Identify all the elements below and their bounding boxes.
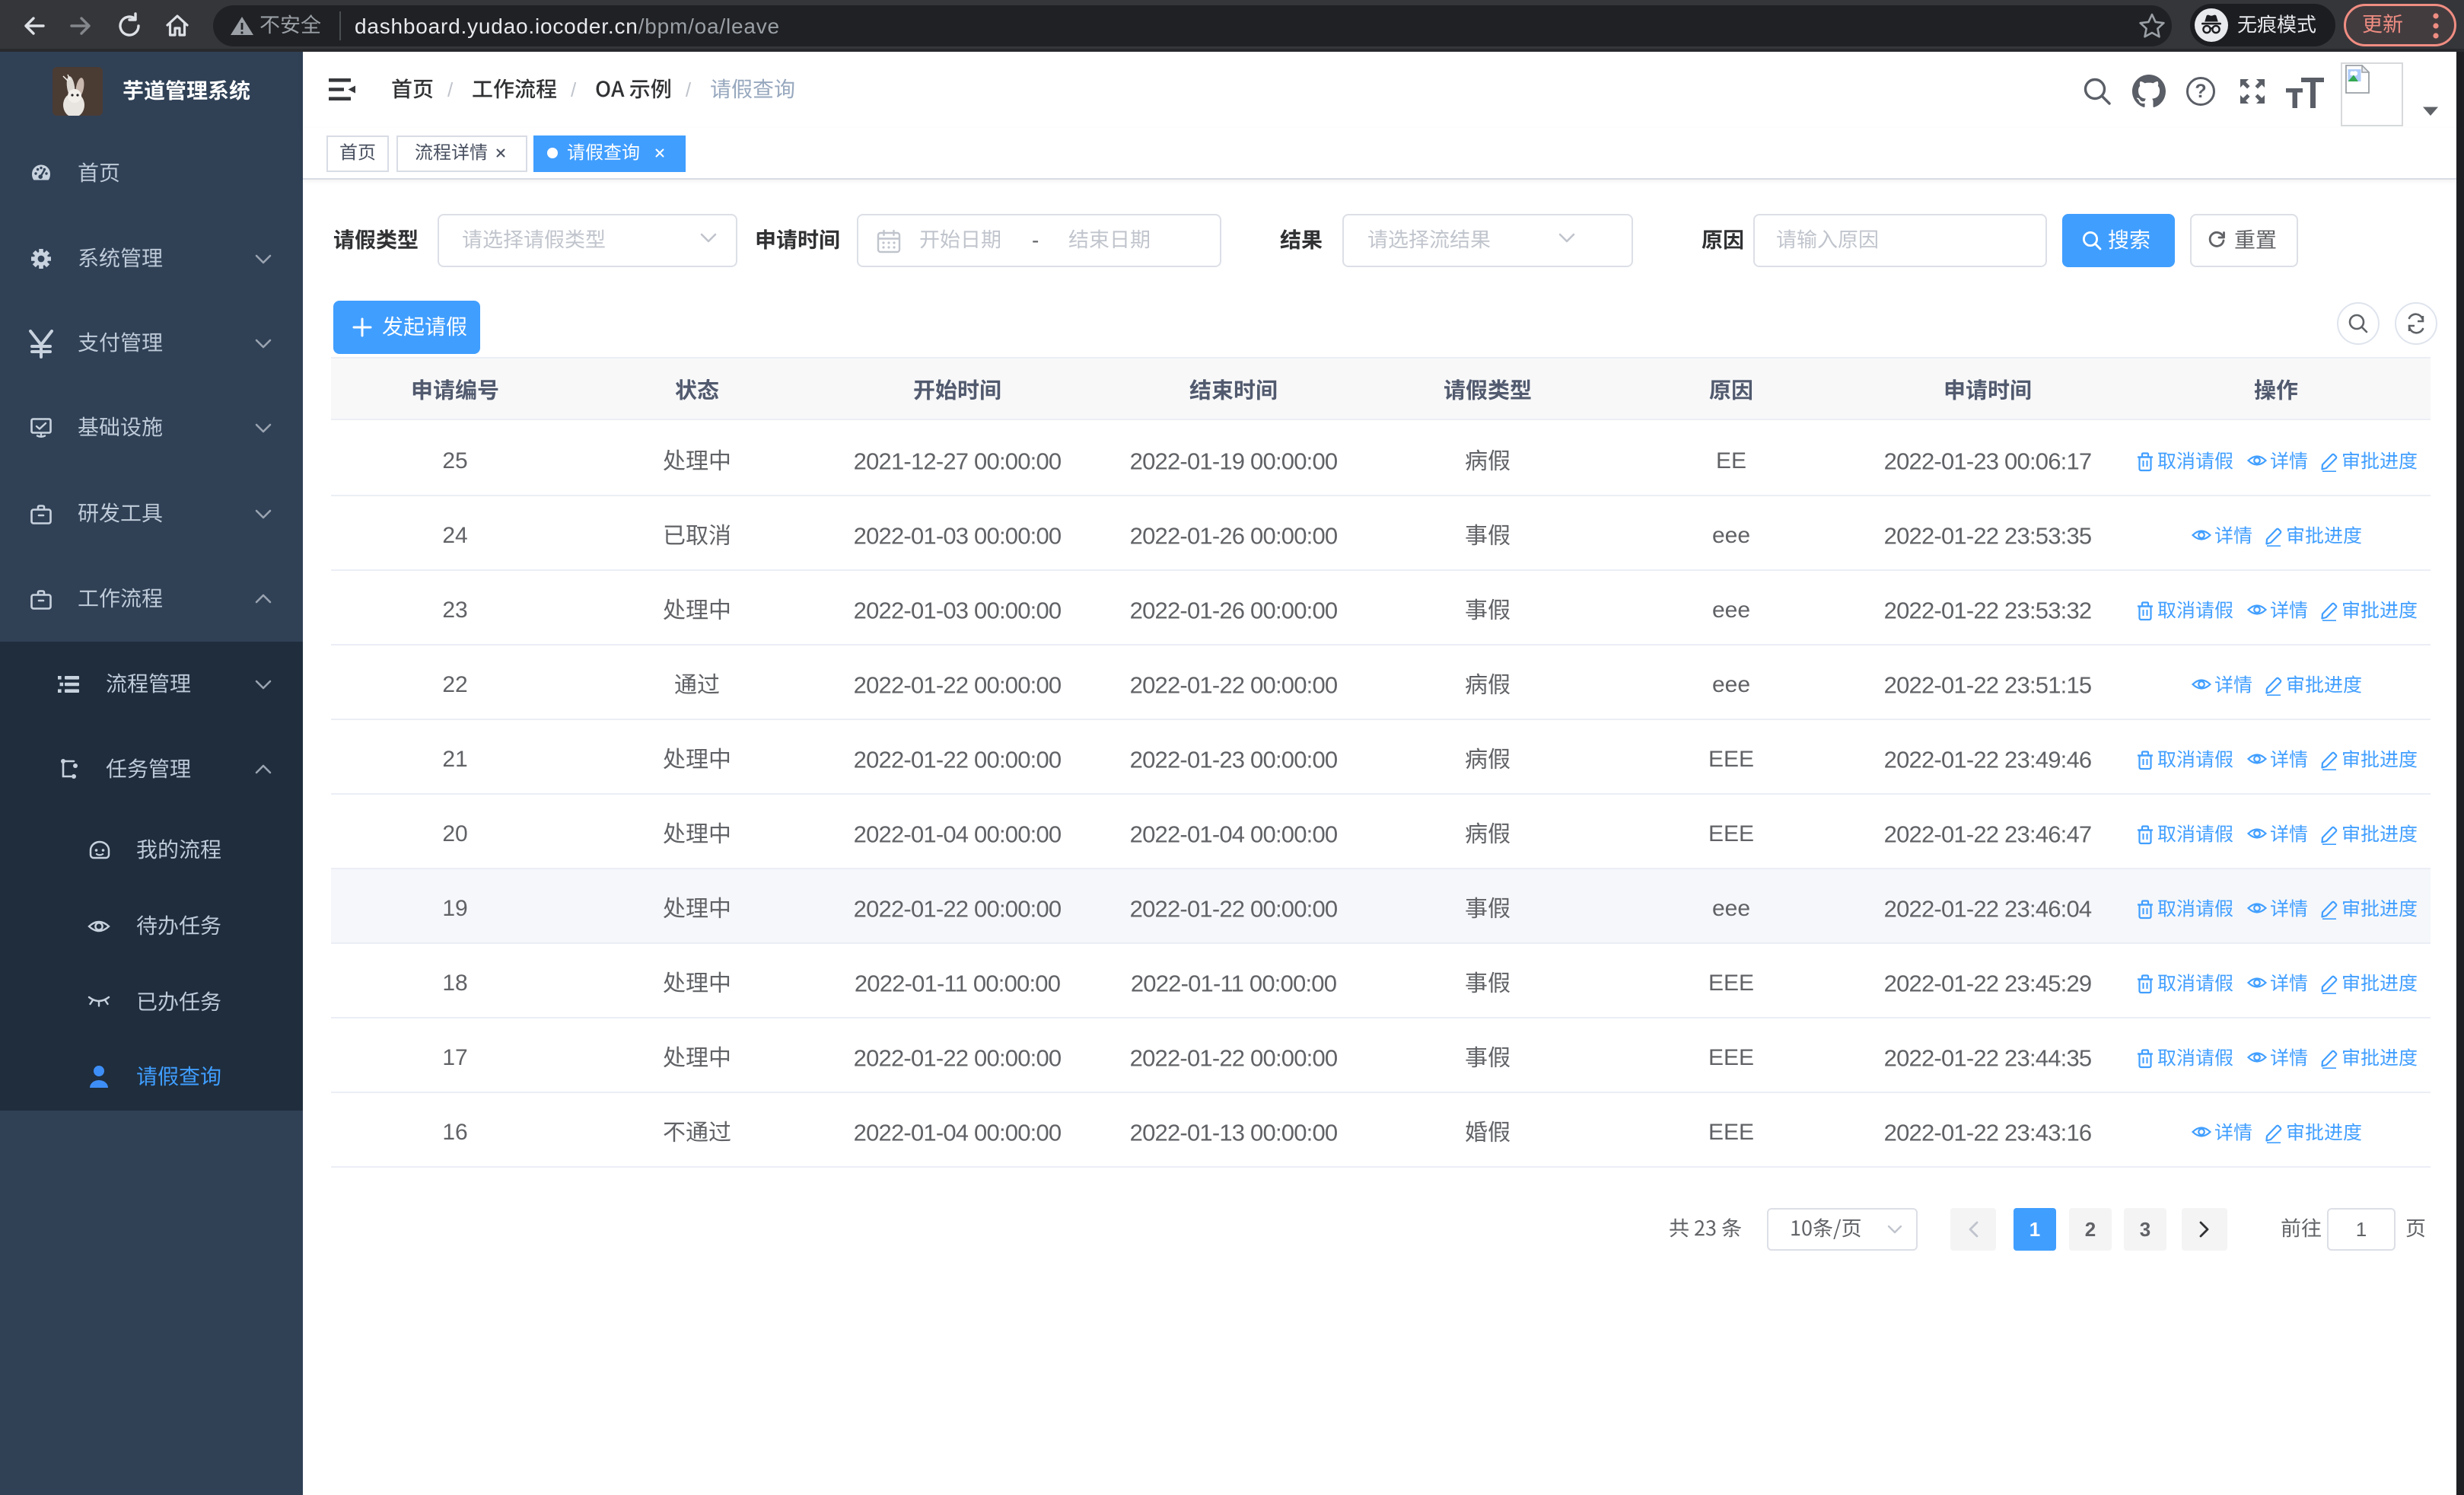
svg-text:?: ? bbox=[2195, 81, 2206, 102]
